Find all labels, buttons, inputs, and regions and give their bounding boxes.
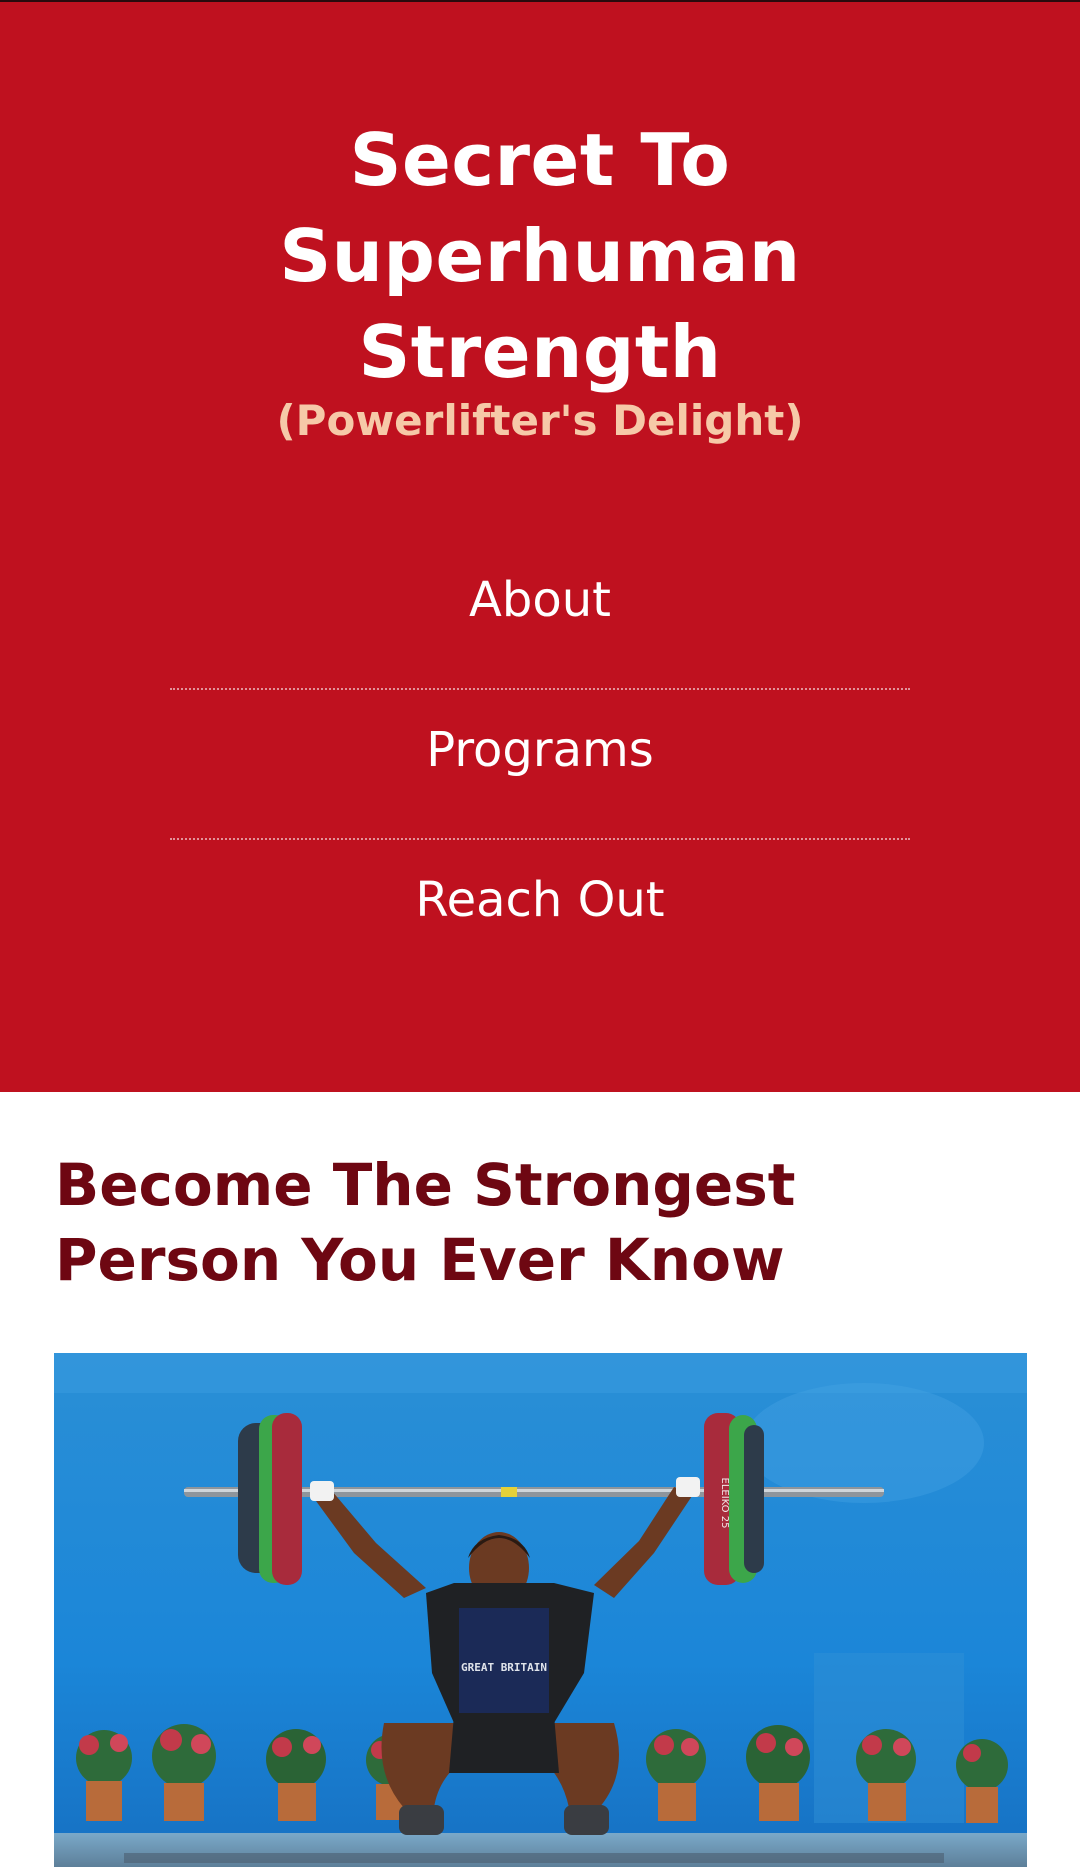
plate-label: ELEIKO 25 bbox=[719, 1478, 730, 1529]
section-heading: Become The Strongest Person You Ever Kno… bbox=[55, 1148, 1035, 1298]
site-title[interactable]: Secret To Superhuman Strength bbox=[0, 112, 1080, 400]
nav-item-programs[interactable]: Programs bbox=[170, 690, 910, 840]
page: Secret To Superhuman Strength (Powerlift… bbox=[0, 0, 1080, 1867]
site-tagline: (Powerlifter's Delight) bbox=[276, 396, 804, 445]
nav-item-reach-out[interactable]: Reach Out bbox=[170, 840, 910, 990]
hero-image-weightlifter: ELEIKO 25 GREAT BRITAIN bbox=[54, 1353, 1027, 1867]
site-title-line-1: Secret To bbox=[349, 118, 731, 202]
main-nav: About Programs Reach Out bbox=[170, 540, 910, 990]
top-border bbox=[0, 0, 1080, 2]
shirt-label: GREAT BRITAIN bbox=[461, 1661, 547, 1674]
section-heading-line-1: Become The Strongest bbox=[55, 1151, 796, 1219]
section-heading-line-2: Person You Ever Know bbox=[55, 1226, 785, 1294]
site-header: Secret To Superhuman Strength (Powerlift… bbox=[0, 0, 1080, 1092]
site-title-line-2: Superhuman bbox=[279, 214, 801, 298]
nav-item-about[interactable]: About bbox=[170, 540, 910, 690]
site-title-line-3: Strength bbox=[358, 310, 722, 394]
